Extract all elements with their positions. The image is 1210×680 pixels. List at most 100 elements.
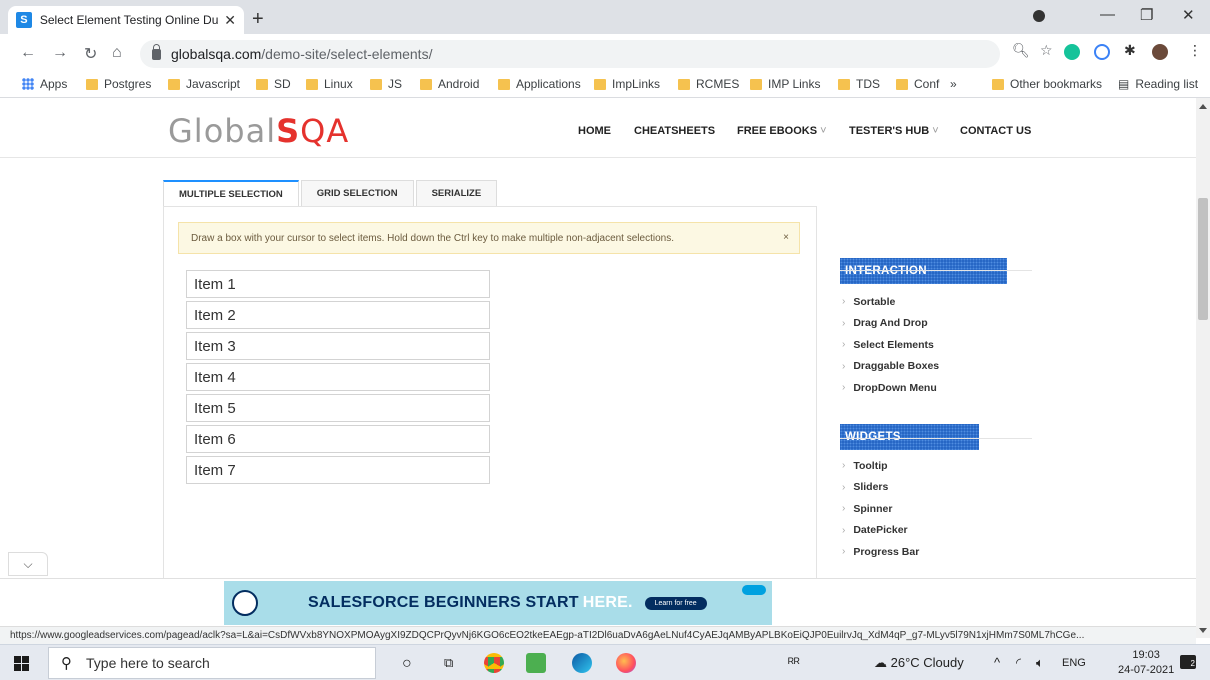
sidebar-interaction-list: › Sortable › Drag And Drop › Select Element…	[842, 291, 939, 399]
scroll-down-icon[interactable]	[1199, 628, 1207, 633]
tab-serialize[interactable]: SERIALIZE	[415, 180, 498, 206]
address-bar[interactable]: globalsqa.com/demo-site/select-elements/	[140, 40, 1000, 68]
image-app-icon[interactable]	[526, 653, 546, 673]
search-icon: ⚲	[61, 655, 72, 672]
sidebar-item-spinner[interactable]: › Spinner	[842, 498, 919, 520]
bookmark-tds[interactable]: TDS	[838, 77, 880, 91]
bookmark-conf[interactable]: Conf	[896, 77, 939, 91]
profile-record-icon[interactable]	[1033, 10, 1045, 22]
sidebar-item-draggable-boxes[interactable]: › Draggable Boxes	[842, 356, 939, 378]
bookmark-star-icon[interactable]: ☆	[1040, 42, 1053, 59]
site-favicon-icon: S	[16, 12, 32, 28]
salesforce-ad[interactable]: SALESFORCE BEGINNERS START HERE. Learn fo…	[224, 581, 772, 625]
profile-avatar[interactable]	[1152, 44, 1168, 60]
reading-list-button[interactable]: ▤ Reading list	[1118, 77, 1198, 91]
page-scrollbar[interactable]	[1196, 98, 1210, 638]
site-logo[interactable]: GlobalSQA	[168, 112, 349, 150]
bookmark-js[interactable]: JS	[370, 77, 402, 91]
taskbar-search-input[interactable]: ⚲ Type here to search	[48, 647, 376, 679]
grammarly-extension-icon[interactable]	[1064, 44, 1080, 60]
bookmark-android[interactable]: Android	[420, 77, 479, 91]
notice-text: Draw a box with your cursor to select it…	[191, 232, 674, 244]
sidebar-item-tooltip[interactable]: › Tooltip	[842, 455, 919, 477]
zoom-icon[interactable]: 🔍︎	[1012, 42, 1030, 59]
close-window-icon[interactable]: ✕	[1182, 6, 1195, 24]
selectable-item[interactable]: Item 5	[186, 394, 490, 422]
bookmark-rcmes[interactable]: RCMES	[678, 77, 739, 91]
scrollbar-thumb[interactable]	[1198, 198, 1208, 320]
chevron-right-icon: ›	[842, 481, 846, 493]
nav-cheatsheets[interactable]: CHEATSHEETS	[634, 125, 715, 137]
sidebar-item-sliders[interactable]: › Sliders	[842, 477, 919, 499]
home-icon[interactable]: ⌂	[112, 44, 122, 62]
nav-free-ebooks[interactable]: FREE EBOOKS ˅	[737, 125, 827, 137]
menu-kebab-icon[interactable]: ⋮	[1188, 42, 1202, 59]
edge-icon[interactable]	[572, 653, 592, 673]
sidebar-item-dropdown-menu[interactable]: › DropDown Menu	[842, 377, 939, 399]
task-view-icon[interactable]: ⧉	[444, 655, 453, 671]
volume-icon[interactable]: 🔈︎	[1036, 655, 1044, 671]
chrome-icon[interactable]	[484, 653, 504, 673]
weather-widget[interactable]: ☁︎ 26°C Cloudy	[874, 655, 964, 671]
scroll-up-icon[interactable]	[1199, 104, 1207, 109]
tab-multiple-selection[interactable]: MULTIPLE SELECTION	[163, 180, 299, 206]
sidebar-item-progress-bar[interactable]: › Progress Bar	[842, 541, 919, 563]
restore-icon[interactable]: ❐	[1140, 6, 1153, 24]
selectable-item[interactable]: Item 1	[186, 270, 490, 298]
forward-icon[interactable]: →	[52, 44, 68, 62]
lock-icon[interactable]	[152, 43, 161, 60]
bookmark-postgres[interactable]: Postgres	[86, 77, 151, 91]
bookmark-sd[interactable]: SD	[256, 77, 291, 91]
bookmark-implinks[interactable]: ImpLinks	[594, 77, 660, 91]
sidebar-item-datepicker[interactable]: › DatePicker	[842, 520, 919, 542]
sidebar-item-select-elements[interactable]: › Select Elements	[842, 334, 939, 356]
selectable-list: Item 1 Item 2 Item 3 Item 4 Item 5 Item …	[186, 270, 490, 487]
ad-learn-button[interactable]: Learn for free	[644, 596, 707, 610]
chevron-down-icon[interactable]: ⌵	[8, 552, 48, 576]
back-icon[interactable]: ←	[20, 44, 36, 62]
tray-overflow-icon[interactable]: ^	[994, 655, 1000, 670]
new-tab-icon[interactable]: +	[252, 8, 264, 31]
folder-icon	[86, 78, 98, 90]
sidebar-item-sortable[interactable]: › Sortable	[842, 291, 939, 313]
chevron-right-icon: ›	[842, 503, 846, 515]
apps-grid-icon	[22, 78, 34, 90]
taskbar-clock[interactable]: 19:03 24-07-2021	[1118, 648, 1174, 678]
bookmarks-bar: Apps Postgres Javascript SD Linux JS And…	[0, 72, 1210, 98]
nav-contact-us[interactable]: CONTACT US	[960, 125, 1031, 137]
nav-testers-hub[interactable]: TESTER'S HUB ˅	[849, 125, 939, 137]
selectable-item[interactable]: Item 3	[186, 332, 490, 360]
selectable-item[interactable]: Item 4	[186, 363, 490, 391]
notification-center-icon[interactable]: 2	[1180, 655, 1196, 669]
bookmark-other-bookmarks[interactable]: Other bookmarks	[992, 77, 1102, 91]
close-tab-icon[interactable]: ✕	[224, 12, 236, 29]
bookmark-applications[interactable]: Applications	[498, 77, 581, 91]
extensions-puzzle-icon[interactable]: ✱	[1124, 42, 1136, 59]
selectable-item[interactable]: Item 6	[186, 425, 490, 453]
bookmark-imp-links[interactable]: IMP Links	[750, 77, 820, 91]
language-indicator[interactable]: ENG	[1062, 657, 1086, 669]
reload-icon[interactable]: ↻	[84, 44, 97, 64]
wifi-icon[interactable]: ◜	[1016, 655, 1021, 671]
people-icon[interactable]: ᴿᴿ	[788, 655, 800, 670]
windows-start-icon[interactable]	[14, 656, 29, 671]
bookmark-javascript[interactable]: Javascript	[168, 77, 240, 91]
close-icon[interactable]: ×	[783, 232, 789, 243]
extension-icon[interactable]	[1094, 44, 1110, 60]
sidebar-divider	[840, 438, 1032, 439]
tab-grid-selection[interactable]: GRID SELECTION	[300, 180, 414, 206]
sidebar-heading-widgets: WIDGETS	[840, 424, 979, 450]
selectable-item[interactable]: Item 7	[186, 456, 490, 484]
selectable-item[interactable]: Item 2	[186, 301, 490, 329]
windows-taskbar: ⚲ Type here to search ○ ⧉ ᴿᴿ ☁︎ 26°C Clo…	[0, 644, 1210, 680]
nav-home[interactable]: HOME	[578, 125, 611, 137]
folder-icon	[750, 78, 762, 90]
bookmark-apps[interactable]: Apps	[22, 77, 67, 91]
firefox-icon[interactable]	[616, 653, 636, 673]
bookmarks-overflow-button[interactable]: »	[950, 77, 957, 91]
browser-tab[interactable]: S Select Element Testing Online Du ✕	[8, 6, 244, 34]
minimize-icon[interactable]: —	[1100, 6, 1115, 23]
cortana-icon[interactable]: ○	[402, 655, 412, 673]
sidebar-item-drag-and-drop[interactable]: › Drag And Drop	[842, 313, 939, 335]
bookmark-linux[interactable]: Linux	[306, 77, 353, 91]
